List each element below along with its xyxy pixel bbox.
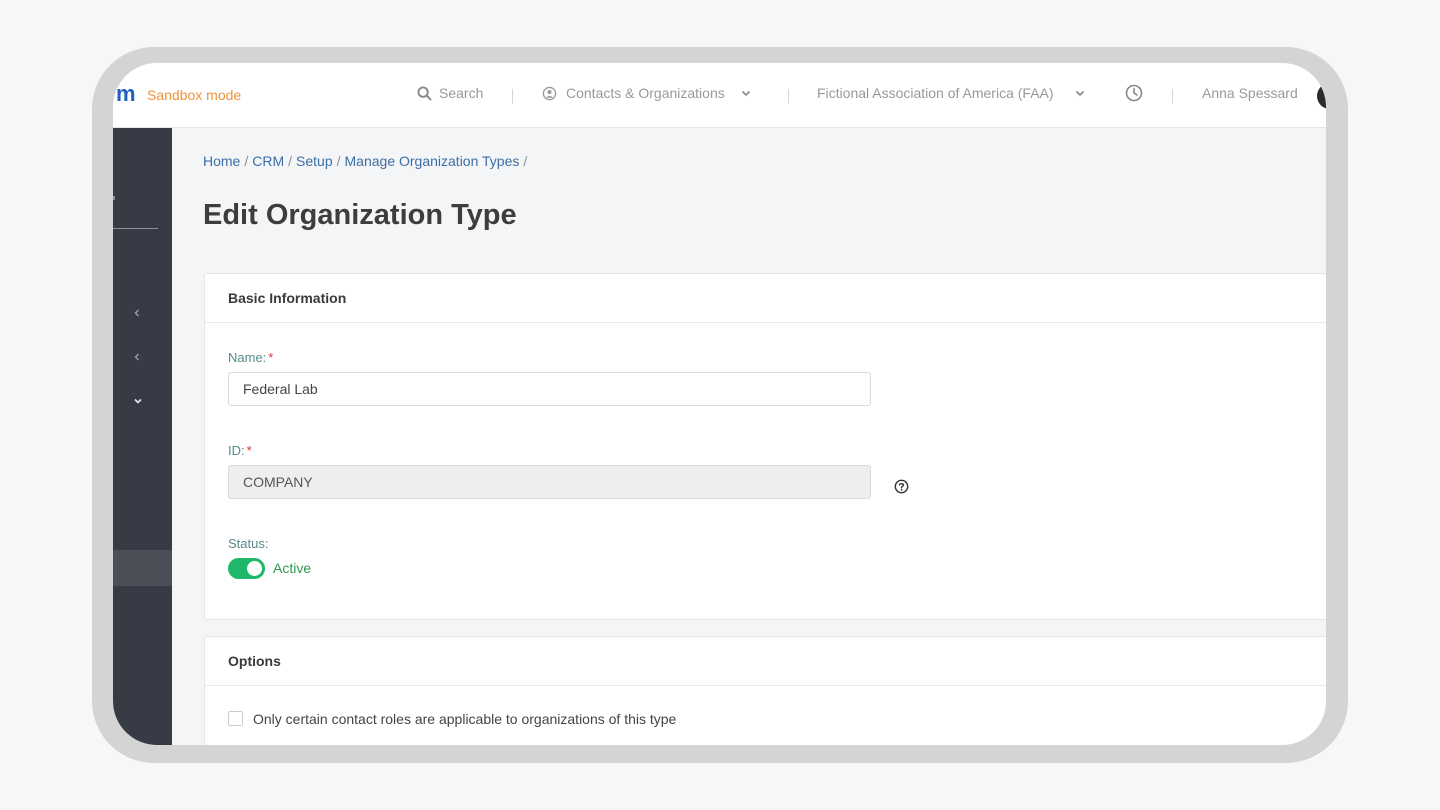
- name-input[interactable]: [228, 372, 871, 406]
- user-name[interactable]: Anna Spessard: [1202, 85, 1298, 101]
- status-label: Status:: [228, 536, 269, 551]
- breadcrumb-setup[interactable]: Setup: [296, 153, 333, 169]
- module-label: Contacts & Organizations: [566, 85, 725, 101]
- breadcrumb-home[interactable]: Home: [203, 153, 240, 169]
- help-question-icon[interactable]: [894, 479, 909, 494]
- toggle-knob: [247, 561, 262, 576]
- sidebar-item-active[interactable]: [113, 550, 172, 586]
- app-screen: m Sandbox mode Search Contacts & Organiz…: [113, 63, 1326, 745]
- top-bar: m Sandbox mode Search Contacts & Organiz…: [113, 63, 1326, 128]
- divider: [788, 89, 789, 104]
- status-value: Active: [273, 560, 312, 576]
- sidebar: [113, 128, 172, 745]
- breadcrumb-crm[interactable]: CRM: [252, 153, 284, 169]
- organization-label: Fictional Association of America (FAA): [817, 85, 1054, 101]
- basic-information-header: Basic Information: [205, 274, 1326, 323]
- chevron-left-icon[interactable]: [132, 352, 142, 362]
- global-search[interactable]: Search: [417, 85, 483, 101]
- breadcrumb-separator: /: [523, 153, 528, 169]
- required-marker: *: [268, 350, 274, 365]
- breadcrumb-separator: /: [244, 153, 249, 169]
- id-label-text: ID:: [228, 443, 245, 458]
- app-logo[interactable]: m: [116, 81, 136, 107]
- basic-information-card: Basic Information Name:* ID:* Status: Ac…: [204, 273, 1326, 620]
- breadcrumb-separator: /: [288, 153, 293, 169]
- chevron-down-icon: [1075, 90, 1084, 97]
- id-label: ID: *: [228, 443, 252, 458]
- contact-roles-checkbox[interactable]: [228, 711, 243, 726]
- breadcrumb-separator: /: [336, 153, 341, 169]
- options-header: Options: [205, 637, 1326, 686]
- divider: [1172, 89, 1173, 104]
- main-content: Home / CRM / Setup / Manage Organization Types…: [172, 128, 1326, 745]
- organization-switcher[interactable]: Fictional Association of America (FAA): [817, 85, 1086, 101]
- chevron-down-icon[interactable]: [133, 396, 143, 406]
- sidebar-divider: [113, 228, 158, 229]
- divider: [512, 89, 513, 104]
- avatar[interactable]: [1317, 83, 1326, 109]
- module-switcher[interactable]: Contacts & Organizations: [542, 85, 752, 101]
- sidebar-marker: [113, 196, 115, 200]
- search-icon: [417, 85, 432, 101]
- chevron-down-icon: [741, 90, 750, 97]
- options-card: Options Only certain contact roles are a…: [204, 636, 1326, 745]
- name-label: Name: *: [228, 350, 273, 365]
- history-clock-icon[interactable]: [1125, 84, 1143, 102]
- contacts-icon: [542, 86, 557, 100]
- search-label: Search: [439, 85, 484, 101]
- required-marker: *: [246, 443, 252, 458]
- breadcrumb: Home / CRM / Setup / Manage Organization Types…: [203, 153, 531, 169]
- sandbox-mode-label: Sandbox mode: [147, 87, 242, 103]
- id-input[interactable]: [228, 465, 871, 499]
- chevron-left-icon[interactable]: [132, 308, 142, 318]
- status-toggle[interactable]: [228, 558, 265, 579]
- contact-roles-label[interactable]: Only certain contact roles are applicabl…: [253, 711, 676, 727]
- breadcrumb-manage-organization-types[interactable]: Manage Organization Types: [345, 153, 520, 169]
- name-label-text: Name:: [228, 350, 267, 365]
- page-title: Edit Organization Type: [203, 199, 517, 231]
